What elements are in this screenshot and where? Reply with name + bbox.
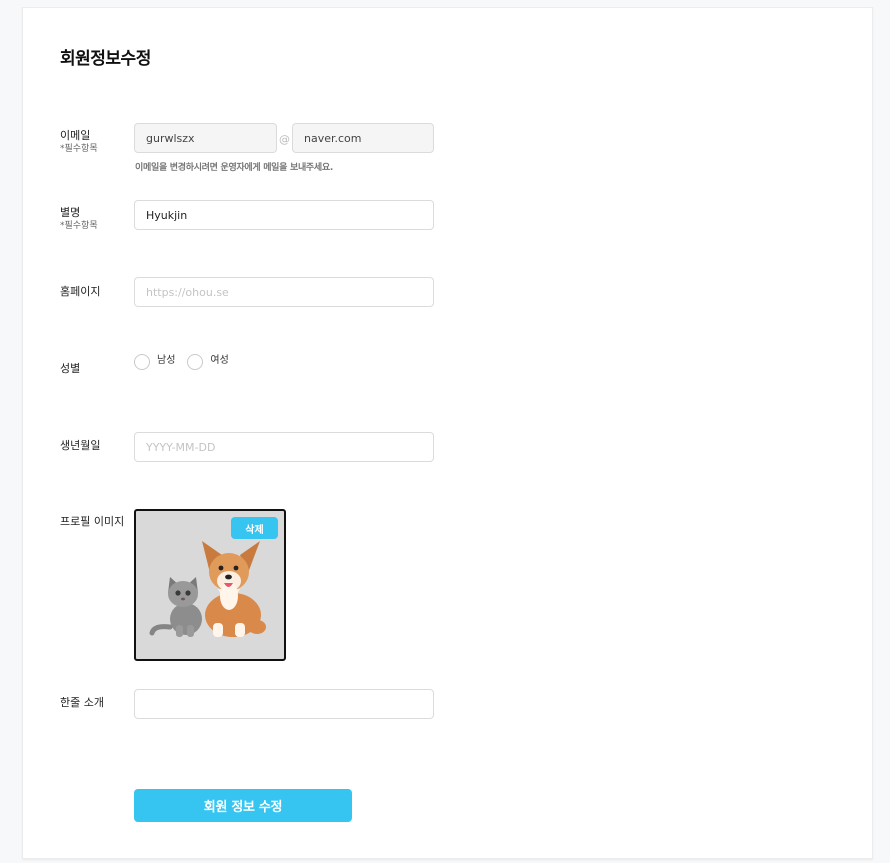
nickname-input[interactable]: [134, 200, 434, 230]
birthdate-input[interactable]: [134, 432, 434, 462]
email-local-input[interactable]: [134, 123, 277, 153]
email-required-note: *필수항목: [60, 144, 98, 154]
page-title: 회원정보수정: [60, 49, 151, 69]
nickname-required-note: *필수항목: [60, 221, 98, 231]
nickname-label: 별명 *필수항목: [60, 206, 98, 233]
submit-profile-button[interactable]: 회원 정보 수정: [134, 789, 352, 822]
intro-label: 한줄 소개: [60, 696, 104, 709]
intro-input[interactable]: [134, 689, 434, 719]
gender-label: 성별: [60, 362, 81, 375]
birthdate-label: 생년월일: [60, 439, 101, 452]
nickname-label-text: 별명: [60, 206, 81, 219]
homepage-input[interactable]: [134, 277, 434, 307]
profile-image-box[interactable]: 삭제: [134, 509, 286, 661]
gender-female-label[interactable]: 여성: [210, 351, 228, 366]
email-domain-input[interactable]: [292, 123, 434, 153]
dog-figure: [202, 541, 266, 637]
cat-figure: [149, 577, 202, 637]
profile-image-label: 프로필 이미지: [60, 515, 125, 528]
gender-male-label[interactable]: 남성: [157, 351, 175, 366]
edit-profile-card: 회원정보수정 이메일 *필수항목 @ 이메일을 변경하시려면 운영자에게 메일을…: [22, 7, 873, 859]
delete-image-button[interactable]: 삭제: [231, 517, 278, 539]
gender-radio-group: 남성 여성: [134, 354, 241, 370]
homepage-label: 홈페이지: [60, 285, 101, 298]
email-at-sign: @: [279, 133, 290, 146]
email-helper-text: 이메일을 변경하시려면 운영자에게 메일을 보내주세요.: [135, 163, 333, 173]
email-label: 이메일 *필수항목: [60, 129, 98, 156]
gender-male-radio[interactable]: [134, 354, 150, 370]
gender-female-radio[interactable]: [187, 354, 204, 370]
email-label-text: 이메일: [60, 129, 91, 142]
